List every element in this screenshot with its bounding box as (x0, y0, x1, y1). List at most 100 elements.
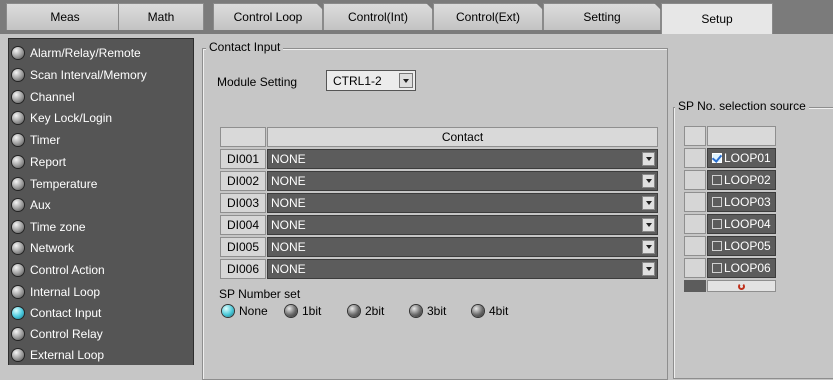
module-setting-select[interactable]: CTRL1-2 (326, 70, 416, 91)
radio-dot-icon (12, 199, 24, 211)
radio-dot-icon (12, 69, 24, 81)
sidebar-item-network[interactable]: Network (12, 238, 192, 258)
table-row: DI005 NONE (220, 237, 658, 258)
radio-dot-icon (12, 134, 24, 146)
loop-checkbox-row[interactable]: LOOP02 (707, 170, 776, 190)
contact-select[interactable]: NONE (267, 259, 658, 279)
sidebar: Alarm/Relay/Remote Scan Interval/Memory … (8, 38, 194, 365)
contact-column-header: Contact (267, 127, 658, 147)
row-header: DI003 (220, 193, 266, 213)
sidebar-item-control-relay[interactable]: Control Relay (12, 324, 192, 344)
sidebar-item-timer[interactable]: Timer (12, 130, 192, 150)
radio-dot-icon (12, 264, 24, 276)
row-header: DI001 (220, 149, 266, 169)
radio-dot-icon (12, 112, 24, 124)
sidebar-item-channel[interactable]: Channel (12, 87, 192, 107)
table-corner (220, 127, 266, 147)
table-row: LOOP02 (684, 170, 776, 191)
table-corner (684, 126, 706, 146)
sp-radio-4bit[interactable]: 4bit (472, 304, 508, 318)
table-row: LOOP03 (684, 192, 776, 213)
radio-dot-icon (12, 156, 24, 168)
table-row: LOOP01 (684, 148, 776, 169)
sidebar-item-scan-interval-memory[interactable]: Scan Interval/Memory (12, 65, 192, 85)
chevron-down-icon[interactable] (642, 152, 655, 166)
radio-dot-icon (12, 328, 24, 340)
reset-icon (738, 282, 745, 290)
radio-dot-icon (12, 221, 24, 233)
chevron-down-icon[interactable] (642, 196, 655, 210)
radio-icon (285, 305, 297, 317)
table-row: DI003 NONE (220, 193, 658, 214)
tab-bar: Meas Math Control Loop Control(Int) Cont… (0, 0, 833, 34)
sidebar-item-external-loop[interactable]: External Loop (12, 345, 192, 365)
tab-setup[interactable]: Setup (661, 3, 773, 34)
tab-setting[interactable]: Setting (543, 3, 661, 30)
sidebar-item-key-lock-login[interactable]: Key Lock/Login (12, 108, 192, 128)
tab-control-int[interactable]: Control(Int) (323, 3, 433, 30)
row-header: DI002 (220, 171, 266, 191)
loop-checkbox-row[interactable]: LOOP01 (707, 148, 776, 168)
sp-radio-none[interactable]: None (222, 304, 268, 318)
table-row: LOOP06 (684, 258, 776, 279)
sidebar-item-temperature[interactable]: Temperature (12, 174, 192, 194)
sp-radio-2bit[interactable]: 2bit (348, 304, 384, 318)
row-header: DI006 (220, 259, 266, 279)
radio-icon (348, 305, 360, 317)
contact-select[interactable]: NONE (267, 237, 658, 257)
sp-radio-3bit[interactable]: 3bit (410, 304, 446, 318)
tab-meas[interactable]: Meas (6, 3, 124, 30)
loop-checkbox-row[interactable]: LOOP06 (707, 258, 776, 278)
contact-select[interactable]: NONE (267, 193, 658, 213)
table-row: DI006 NONE (220, 259, 658, 280)
reset-button[interactable] (707, 280, 776, 292)
chevron-down-icon[interactable] (642, 174, 655, 188)
sp-column-header (707, 126, 776, 146)
contact-select[interactable]: NONE (267, 171, 658, 191)
radio-dot-icon (12, 178, 24, 190)
contact-input-title: Contact Input (206, 40, 284, 54)
main-panel: Contact Input Module Setting CTRL1-2 Con… (197, 34, 833, 380)
chevron-down-icon[interactable] (399, 73, 413, 88)
checkbox-icon[interactable] (712, 263, 722, 273)
checkbox-icon[interactable] (712, 219, 722, 229)
loop-checkbox-row[interactable]: LOOP05 (707, 236, 776, 256)
sidebar-item-alarm-relay-remote[interactable]: Alarm/Relay/Remote (12, 43, 192, 63)
radio-dot-icon (12, 91, 24, 103)
sidebar-item-aux[interactable]: Aux (12, 195, 192, 215)
sp-selection-title: SP No. selection source (675, 99, 809, 113)
checkbox-icon[interactable] (712, 241, 722, 251)
table-row: DI004 NONE (220, 215, 658, 236)
sidebar-item-report[interactable]: Report (12, 152, 192, 172)
contact-select[interactable]: NONE (267, 149, 658, 169)
contact-select[interactable]: NONE (267, 215, 658, 235)
sidebar-item-time-zone[interactable]: Time zone (12, 217, 192, 237)
radio-dot-icon (12, 242, 24, 254)
tab-control-ext[interactable]: Control(Ext) (433, 3, 543, 30)
radio-dot-icon (12, 47, 24, 59)
checkbox-icon[interactable] (712, 175, 722, 185)
sp-radio-1bit[interactable]: 1bit (285, 304, 321, 318)
sp-number-set-label: SP Number set (219, 287, 301, 301)
tab-math[interactable]: Math (118, 3, 204, 30)
table-row: LOOP05 (684, 236, 776, 257)
chevron-down-icon[interactable] (642, 240, 655, 254)
sidebar-item-internal-loop[interactable]: Internal Loop (12, 282, 192, 302)
checkbox-checked-icon[interactable] (712, 153, 722, 163)
checkbox-icon[interactable] (712, 197, 722, 207)
radio-icon (410, 305, 422, 317)
chevron-down-icon[interactable] (642, 262, 655, 276)
tab-control-loop[interactable]: Control Loop (213, 3, 323, 30)
chevron-down-icon[interactable] (642, 218, 655, 232)
sidebar-item-contact-input[interactable]: Contact Input (12, 303, 192, 323)
loop-checkbox-row[interactable]: LOOP03 (707, 192, 776, 212)
row-header: DI004 (220, 215, 266, 235)
table-row: LOOP04 (684, 214, 776, 235)
sidebar-item-control-action[interactable]: Control Action (12, 260, 192, 280)
table-row: DI002 NONE (220, 171, 658, 192)
loop-checkbox-row[interactable]: LOOP04 (707, 214, 776, 234)
radio-icon (472, 305, 484, 317)
table-row: DI001 NONE (220, 149, 658, 170)
radio-dot-icon (12, 349, 24, 361)
contact-input-group (202, 48, 668, 380)
